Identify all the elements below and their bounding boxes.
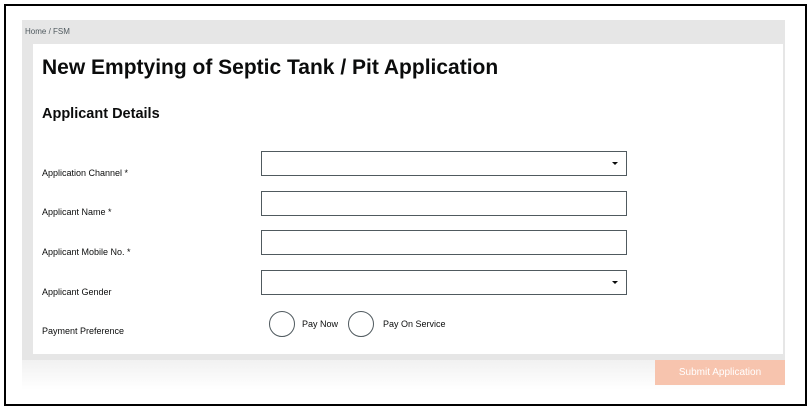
applicant-name-label: Applicant Name * bbox=[42, 207, 112, 217]
application-channel-label: Application Channel * bbox=[42, 168, 129, 178]
applicant-name-input[interactable] bbox=[261, 191, 627, 216]
chevron-down-icon bbox=[612, 162, 618, 165]
pay-on-service-radio[interactable] bbox=[348, 311, 374, 337]
pay-now-label[interactable]: Pay Now bbox=[302, 319, 338, 329]
submit-application-button[interactable]: Submit Application bbox=[655, 360, 785, 385]
chevron-down-icon bbox=[612, 281, 618, 284]
pay-on-service-label[interactable]: Pay On Service bbox=[383, 319, 446, 329]
payment-preference-label: Payment Preference bbox=[42, 326, 125, 336]
page-title: New Emptying of Septic Tank / Pit Applic… bbox=[42, 56, 499, 79]
section-title: Applicant Details bbox=[42, 106, 160, 122]
breadcrumb[interactable]: Home / FSM bbox=[25, 27, 70, 36]
applicant-gender-select[interactable] bbox=[261, 270, 627, 295]
applicant-gender-label: Applicant Gender bbox=[42, 287, 112, 297]
application-channel-select[interactable] bbox=[261, 151, 627, 176]
applicant-mobile-label: Applicant Mobile No. * bbox=[42, 247, 131, 257]
pay-now-radio[interactable] bbox=[269, 311, 295, 337]
applicant-mobile-input[interactable] bbox=[261, 230, 627, 255]
